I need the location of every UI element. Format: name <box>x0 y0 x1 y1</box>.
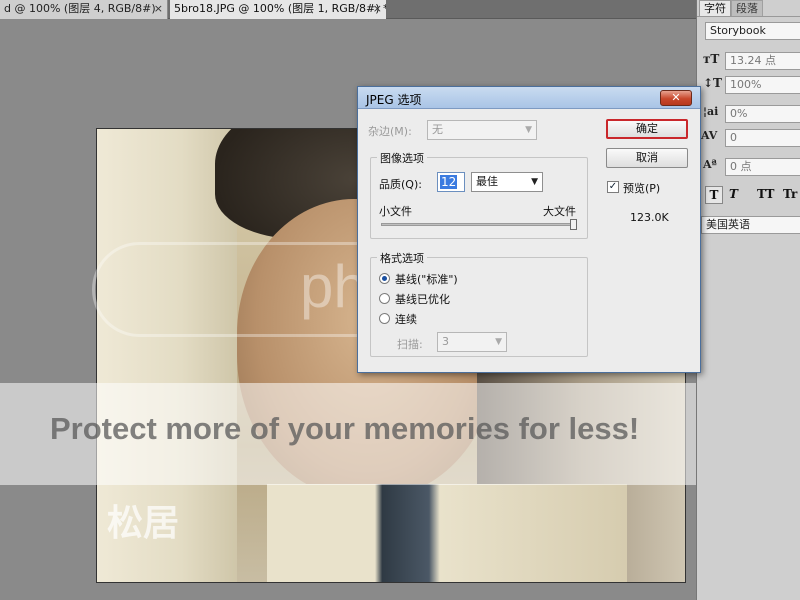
close-icon[interactable]: × <box>373 0 382 18</box>
tracking-field[interactable]: 0% <box>725 105 800 123</box>
scans-value: 3 <box>442 335 449 348</box>
tab-paragraph[interactable]: 段落 <box>731 0 763 16</box>
quality-preset-select[interactable]: 最佳 ▼ <box>471 172 543 192</box>
radio-label: 基线已优化 <box>395 293 450 306</box>
font-size-field[interactable]: 13.24 点 <box>725 52 800 70</box>
close-icon[interactable]: ✕ <box>660 90 692 106</box>
preview-label: 预览(P) <box>623 182 661 195</box>
scans-select[interactable]: 3 ▼ <box>437 332 507 352</box>
vertical-scale-field[interactable]: 100% <box>725 76 800 94</box>
radio-label: 连续 <box>395 313 417 326</box>
faux-bold-button[interactable]: T <box>705 186 723 204</box>
all-caps-button[interactable]: TT <box>757 187 774 201</box>
kerning-field[interactable]: 0 <box>725 129 800 147</box>
scans-label: 扫描: <box>397 338 423 351</box>
doc-tab-label: 5bro18.JPG @ 100% (图层 1, RGB/8#) * <box>174 2 386 15</box>
kerning-icon: AV <box>701 129 718 142</box>
document-tab-bar: d @ 100% (图层 4, RGB/8#) × 5bro18.JPG @ 1… <box>0 0 696 19</box>
small-file-label: 小文件 <box>379 205 412 218</box>
small-caps-button[interactable]: Tr <box>783 187 797 201</box>
doc-tab-label: d @ 100% (图层 4, RGB/8#) <box>4 2 156 15</box>
vertical-scale-icon: ↕T <box>703 76 722 90</box>
group-title: 格式选项 <box>377 250 427 266</box>
watermark-tagline: Protect more of your memories for less! <box>50 411 640 446</box>
font-size-icon: тT <box>703 52 720 66</box>
radio-baseline-standard[interactable] <box>379 273 390 284</box>
quality-slider-thumb[interactable] <box>570 219 577 230</box>
matte-select[interactable]: 无 ▼ <box>427 120 537 140</box>
quality-value: 12 <box>440 175 458 189</box>
image-options-group: 图像选项 品质(Q): 12 最佳 ▼ 小文件 大文件 <box>370 150 588 239</box>
group-title: 图像选项 <box>377 150 427 166</box>
dialog-title: JPEG 选项 <box>366 93 422 107</box>
format-options-group: 格式选项 基线("标准") 基线已优化 连续 扫描: 3 ▼ <box>370 250 588 357</box>
jpeg-options-dialog: JPEG 选项 ✕ 杂边(M): 无 ▼ 图像选项 品质(Q): 12 最佳 ▼… <box>357 86 701 373</box>
ok-button[interactable]: 确定 <box>606 119 688 139</box>
chevron-down-icon: ▼ <box>495 337 502 347</box>
doc-tab-d[interactable]: d @ 100% (图层 4, RGB/8#) × <box>0 0 168 19</box>
radio-baseline-optimized[interactable] <box>379 293 390 304</box>
close-icon[interactable]: × <box>154 0 163 18</box>
character-panel: 字符 段落 Storybook тT 13.24 点 ↕T 100% ¦ai 0… <box>696 0 800 600</box>
matte-value: 无 <box>432 123 443 136</box>
baseline-shift-field[interactable]: 0 点 <box>725 158 800 176</box>
file-size-label: 123.0K <box>630 211 669 224</box>
watermark-band: Protect more of your memories for less! <box>0 383 696 485</box>
font-family-select[interactable]: Storybook <box>705 22 800 40</box>
large-file-label: 大文件 <box>543 205 576 218</box>
dialog-title-bar[interactable]: JPEG 选项 ✕ <box>358 87 700 109</box>
doc-tab-5bro18[interactable]: 5bro18.JPG @ 100% (图层 1, RGB/8#) * × <box>170 0 386 19</box>
quality-input[interactable]: 12 <box>437 172 465 192</box>
divider <box>697 16 800 17</box>
faux-italic-button[interactable]: T <box>729 187 738 201</box>
matte-label: 杂边(M): <box>368 125 412 138</box>
tracking-icon: ¦ai <box>703 105 719 118</box>
preview-checkbox[interactable]: ✓ <box>607 181 619 193</box>
radio-progressive[interactable] <box>379 313 390 324</box>
site-logo: 松居 <box>107 503 180 544</box>
baseline-shift-icon: Aª <box>703 158 717 171</box>
checkmark-icon: ✓ <box>608 181 618 192</box>
cancel-button[interactable]: 取消 <box>606 148 688 168</box>
collar-shape <box>267 484 627 582</box>
quality-label: 品质(Q): <box>379 178 422 191</box>
radio-label: 基线("标准") <box>395 273 458 286</box>
chevron-down-icon: ▼ <box>531 177 538 187</box>
language-select[interactable]: 美国英语 <box>701 216 800 234</box>
tab-character[interactable]: 字符 <box>699 0 731 16</box>
chevron-down-icon: ▼ <box>525 125 532 135</box>
quality-preset-value: 最佳 <box>476 175 498 188</box>
quality-slider-track[interactable] <box>381 223 577 226</box>
